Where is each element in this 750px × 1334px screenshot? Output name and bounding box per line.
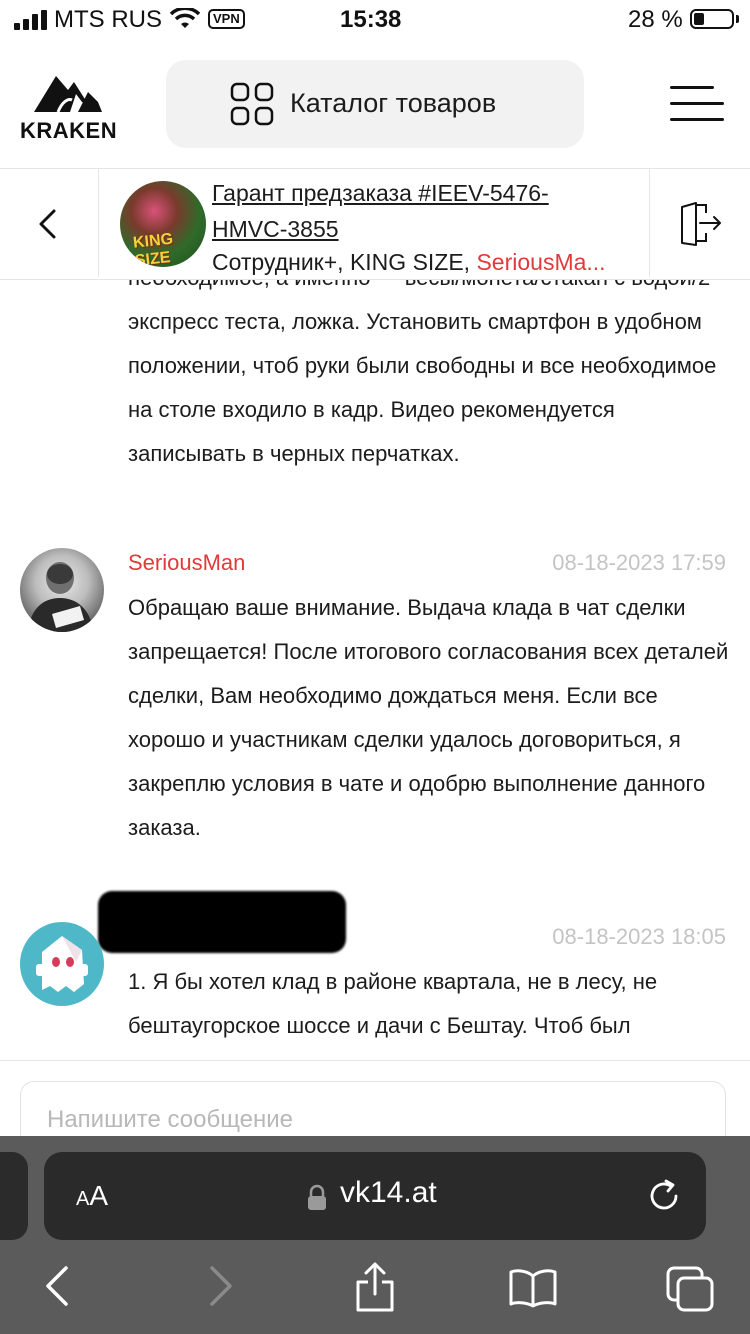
ghost-mascot-icon xyxy=(36,936,88,992)
chat-members: Сотрудник+, KING SIZE, SeriousMa... xyxy=(212,249,642,276)
message-list[interactable]: необходимое, а именно — весы/монета/стак… xyxy=(0,278,750,1060)
app-header: KRAKEN Каталог товаров xyxy=(0,50,750,168)
previous-tab-peek[interactable] xyxy=(0,1152,28,1240)
leave-chat-button[interactable] xyxy=(649,169,750,277)
exit-door-icon xyxy=(681,202,721,246)
address-bar[interactable]: AA vk14.at xyxy=(44,1152,706,1240)
man-portrait-icon xyxy=(28,562,94,632)
url-text: vk14.at xyxy=(340,1176,437,1209)
menu-line xyxy=(670,86,714,89)
battery-level xyxy=(694,13,704,25)
catalog-button[interactable]: Каталог товаров xyxy=(166,60,584,148)
reload-icon[interactable] xyxy=(646,1178,682,1214)
chat-avatar-text: KING SIZE xyxy=(132,230,174,267)
cellular-signal-icon xyxy=(14,10,47,30)
clock: 15:38 xyxy=(340,6,402,33)
browser-toolbar: AA vk14.at xyxy=(0,1136,750,1334)
carrier-name: MTS RUS xyxy=(54,6,162,33)
tabs-icon[interactable] xyxy=(666,1266,714,1312)
battery-icon xyxy=(690,9,734,29)
chat-avatar: KING SIZE xyxy=(120,181,206,267)
chat-members-list: Сотрудник+, KING SIZE, xyxy=(212,249,477,275)
bookmarks-icon[interactable] xyxy=(508,1268,558,1308)
back-arrow-icon[interactable] xyxy=(42,1264,72,1308)
status-bar: MTS RUS VPN 15:38 28 % xyxy=(0,0,750,40)
chat-title[interactable]: Гарант предзаказа #IEEV-5476-HMVC-3855 xyxy=(212,175,602,247)
message-composer: Напишите сообщение xyxy=(0,1060,750,1161)
share-icon[interactable] xyxy=(354,1260,396,1314)
message-text: Обращаю ваше внимание. Выдача клада в ча… xyxy=(128,595,729,840)
message-timestamp: 08-18-2023 17:59 xyxy=(552,550,726,575)
vpn-badge: VPN xyxy=(208,9,245,29)
lock-icon xyxy=(308,1184,326,1210)
message-timestamp: 08-18-2023 18:05 xyxy=(552,924,726,949)
message-text: необходимое, а именно — весы/монета/стак… xyxy=(128,278,717,466)
menu-button[interactable] xyxy=(668,84,726,124)
battery-tip xyxy=(736,15,739,23)
catalog-label: Каталог товаров xyxy=(290,88,497,118)
battery-percent: 28 % xyxy=(628,6,683,33)
logo-text: KRAKEN xyxy=(20,118,118,143)
grid-icon xyxy=(230,82,274,126)
chevron-left-icon xyxy=(39,209,56,239)
aa-small: A xyxy=(76,1188,90,1210)
avatar[interactable] xyxy=(20,922,104,1006)
forward-arrow-icon[interactable] xyxy=(206,1264,236,1308)
avatar[interactable] xyxy=(20,548,104,632)
reader-settings-button[interactable]: AA xyxy=(76,1180,108,1212)
back-button[interactable] xyxy=(0,169,99,277)
chat-member-highlight: SeriousMa... xyxy=(476,249,606,275)
chat-header: KING SIZE Гарант предзаказа #IEEV-5476-H… xyxy=(0,168,750,280)
menu-line xyxy=(670,118,724,121)
message-text: 1. Я бы хотел клад в районе квартала, не… xyxy=(128,969,658,1038)
wifi-icon xyxy=(170,8,200,28)
aa-large: A xyxy=(89,1180,109,1211)
message-author[interactable]: SeriousMan xyxy=(128,550,245,576)
menu-line xyxy=(670,102,724,105)
redacted-username xyxy=(98,891,346,953)
